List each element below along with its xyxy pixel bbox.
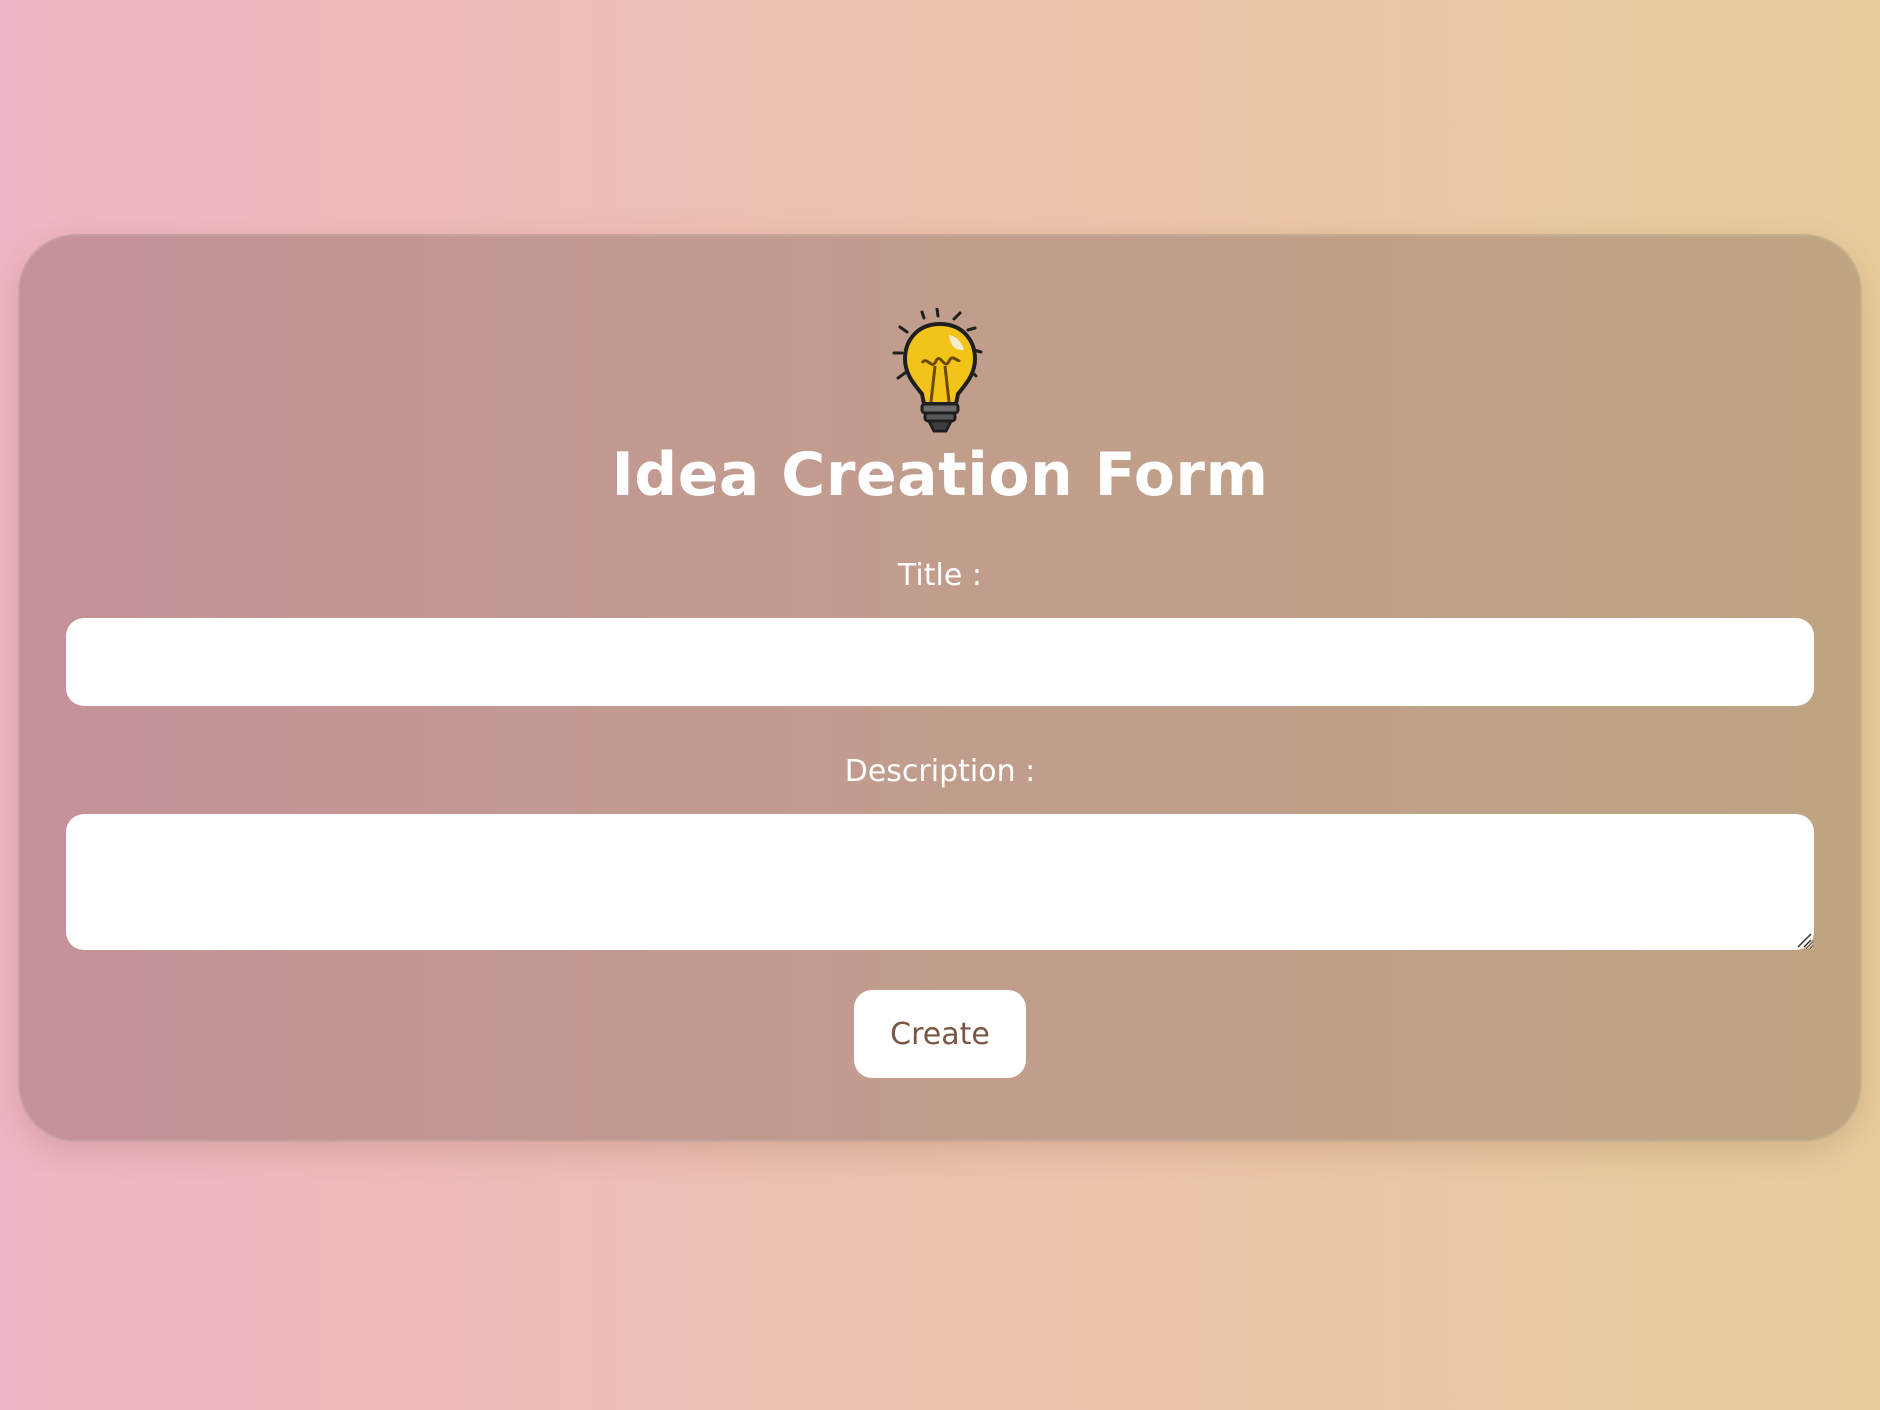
title-input[interactable]	[66, 618, 1814, 706]
description-textarea[interactable]	[66, 814, 1814, 950]
create-button[interactable]: Create	[854, 990, 1026, 1078]
light-bulb-icon	[892, 308, 983, 433]
title-label: Title :	[898, 558, 982, 593]
form-heading: Idea Creation Form	[611, 440, 1269, 510]
description-label: Description :	[844, 754, 1036, 789]
